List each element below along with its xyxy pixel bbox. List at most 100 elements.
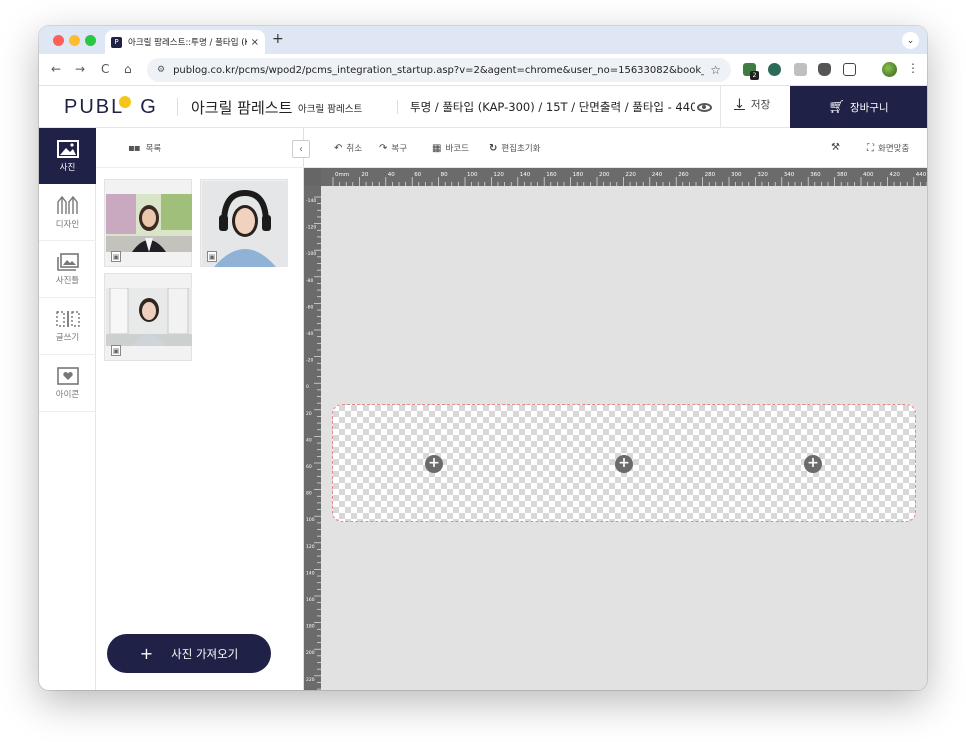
- ruler-label: 200: [599, 172, 610, 178]
- ruler-label: -100: [306, 251, 316, 257]
- design-icon: [56, 195, 78, 214]
- back-icon[interactable]: ←: [51, 62, 61, 76]
- address-bar[interactable]: ⚙ publog.co.kr/pcms/wpod2/pcms_integrati…: [147, 58, 731, 82]
- eye-icon: [696, 102, 712, 112]
- ruler-label: -60: [306, 304, 313, 310]
- barcode-button[interactable]: ▦ 바코드: [432, 142, 469, 155]
- divider: [39, 411, 96, 412]
- sidebar-item-icons[interactable]: 아이콘: [39, 355, 96, 411]
- browser-toolbar: ← → C ⌂ ⚙ publog.co.kr/pcms/wpod2/pcms_i…: [39, 54, 927, 86]
- ruler-label: 260: [678, 172, 689, 178]
- sidebar-item-photo-frame[interactable]: 사진틀: [39, 241, 96, 297]
- photo-thumbnail[interactable]: ▣: [104, 179, 192, 267]
- save-label: 저장: [750, 99, 771, 111]
- download-icon: ↓: [734, 97, 745, 112]
- photo-badge-icon: ▣: [207, 251, 217, 262]
- barcode-label: 바코드: [445, 144, 469, 154]
- save-button[interactable]: ↓ 저장: [734, 97, 770, 112]
- photo-slot-add-button[interactable]: +: [615, 455, 633, 473]
- product-spec: 투명 / 풀타입 (KAP-300) / 15T / 단면출력 / 풀타입 - …: [410, 100, 695, 114]
- redo-label: 복구: [391, 144, 408, 154]
- fit-screen-button[interactable]: ⛶ 화면맞춤: [867, 142, 909, 155]
- tab-search-icon[interactable]: ⌄: [902, 32, 919, 49]
- photo-slot-add-button[interactable]: +: [425, 455, 443, 473]
- forward-icon[interactable]: →: [75, 62, 85, 76]
- tab-title: 아크릴 팜레스트::투명 / 풀타입 (KA: [128, 38, 247, 48]
- ruler-label: -40: [306, 331, 313, 337]
- preview-button[interactable]: [689, 96, 719, 118]
- sidebar-item-label: 글쓰기: [55, 332, 80, 343]
- ruler-label: 200: [306, 650, 315, 656]
- browser-tab[interactable]: P 아크릴 팜레스트::투명 / 풀타입 (KA ×: [105, 30, 265, 54]
- plus-icon: +: [139, 644, 154, 663]
- site-settings-icon[interactable]: ⚙: [157, 65, 165, 75]
- ruler-label: 140: [306, 570, 315, 576]
- cart-label: 장바구니: [849, 101, 889, 114]
- collapse-panel-button[interactable]: ‹: [292, 140, 310, 158]
- ruler-label: 360: [810, 172, 821, 178]
- extension-icon[interactable]: [794, 63, 807, 76]
- woman-outdoors-photo: [106, 194, 192, 252]
- home-icon[interactable]: ⌂: [124, 62, 132, 76]
- extension-icon[interactable]: [768, 63, 781, 76]
- ruler-label: -120: [306, 225, 316, 231]
- cart-button[interactable]: 🛒︎ 장바구니: [790, 86, 927, 128]
- bookmark-star-icon[interactable]: ☆: [710, 63, 721, 77]
- ruler-label: 320: [757, 172, 768, 178]
- divider: [720, 86, 721, 128]
- sidebar-item-label: 아이콘: [55, 389, 80, 400]
- tool-sidebar: 사진 디자인 사진틀 글쓰기 아이콘: [39, 128, 96, 690]
- canvas-area[interactable]: 0mm 20 40 60 80 100 120 140 160 180 200 220 240 260 28…: [304, 168, 927, 690]
- photo-badge-icon: ▣: [111, 251, 121, 262]
- tab-strip: P 아크릴 팜레스트::투명 / 풀타입 (KA × + ⌄: [39, 26, 927, 54]
- print-artboard[interactable]: + + +: [332, 404, 916, 522]
- reset-edit-button[interactable]: ↻ 편집초기화: [489, 142, 541, 155]
- minimize-window-button[interactable]: [69, 35, 80, 46]
- browser-menu-icon[interactable]: ⋮: [907, 61, 919, 75]
- close-window-button[interactable]: [53, 35, 64, 46]
- text-icon: [55, 310, 80, 327]
- photo-badge-icon: ▣: [111, 345, 121, 356]
- extensions-puzzle-icon[interactable]: [843, 63, 856, 76]
- sidebar-item-text[interactable]: 글쓰기: [39, 298, 96, 354]
- undo-label: 취소: [346, 144, 363, 154]
- publog-logo[interactable]: PUBL G: [64, 96, 158, 119]
- sidebar-item-label: 사진: [59, 162, 76, 173]
- sidebar-item-label: 사진틀: [55, 275, 80, 286]
- ruler-label: 220: [625, 172, 636, 178]
- photo-thumbnail[interactable]: ▣: [200, 179, 288, 267]
- ruler-label: 280: [705, 172, 716, 178]
- extension-icon[interactable]: [818, 63, 831, 76]
- magic-wand-icon: ⚒: [831, 142, 840, 153]
- import-label: 사진 가져오기: [171, 646, 239, 661]
- ruler-label: 160: [546, 172, 557, 178]
- photo-thumbnail[interactable]: ▣: [104, 273, 192, 361]
- sidebar-item-label: 디자인: [55, 219, 80, 230]
- ruler-label: 0mm: [335, 172, 349, 178]
- app-header: PUBL G 아크릴 팜레스트 아크릴 팜레스트 투명 / 풀타입 (KAP-30…: [39, 86, 927, 128]
- import-photos-button[interactable]: + 사진 가져오기: [107, 634, 271, 673]
- redo-button[interactable]: ↷ 복구: [379, 142, 408, 155]
- ruler-corner: [304, 168, 321, 186]
- ruler-label: -20: [306, 358, 313, 364]
- ruler-label: 0: [306, 384, 309, 390]
- ruler-label: 120: [306, 544, 315, 550]
- new-tab-button[interactable]: +: [272, 31, 284, 47]
- reset-label: 편집초기화: [501, 144, 541, 154]
- ruler-label: 340: [784, 172, 795, 178]
- profile-avatar[interactable]: [882, 62, 897, 77]
- undo-button[interactable]: ↶ 취소: [334, 142, 363, 155]
- product-title: 아크릴 팜레스트: [191, 99, 293, 117]
- woman-indoors-photo: [106, 288, 192, 346]
- divider: [177, 98, 178, 116]
- ruler-label: 100: [467, 172, 478, 178]
- list-view-button[interactable]: ▪▪ 목록: [128, 142, 161, 155]
- reload-icon[interactable]: C: [101, 62, 109, 76]
- sidebar-item-design[interactable]: 디자인: [39, 184, 96, 240]
- photo-slot-add-button[interactable]: +: [804, 455, 822, 473]
- maximize-window-button[interactable]: [85, 35, 96, 46]
- ruler-label: 300: [731, 172, 742, 178]
- sidebar-item-photo[interactable]: 사진: [39, 128, 96, 184]
- tab-close-icon[interactable]: ×: [251, 37, 259, 48]
- magic-wand-button[interactable]: ⚒: [831, 142, 844, 153]
